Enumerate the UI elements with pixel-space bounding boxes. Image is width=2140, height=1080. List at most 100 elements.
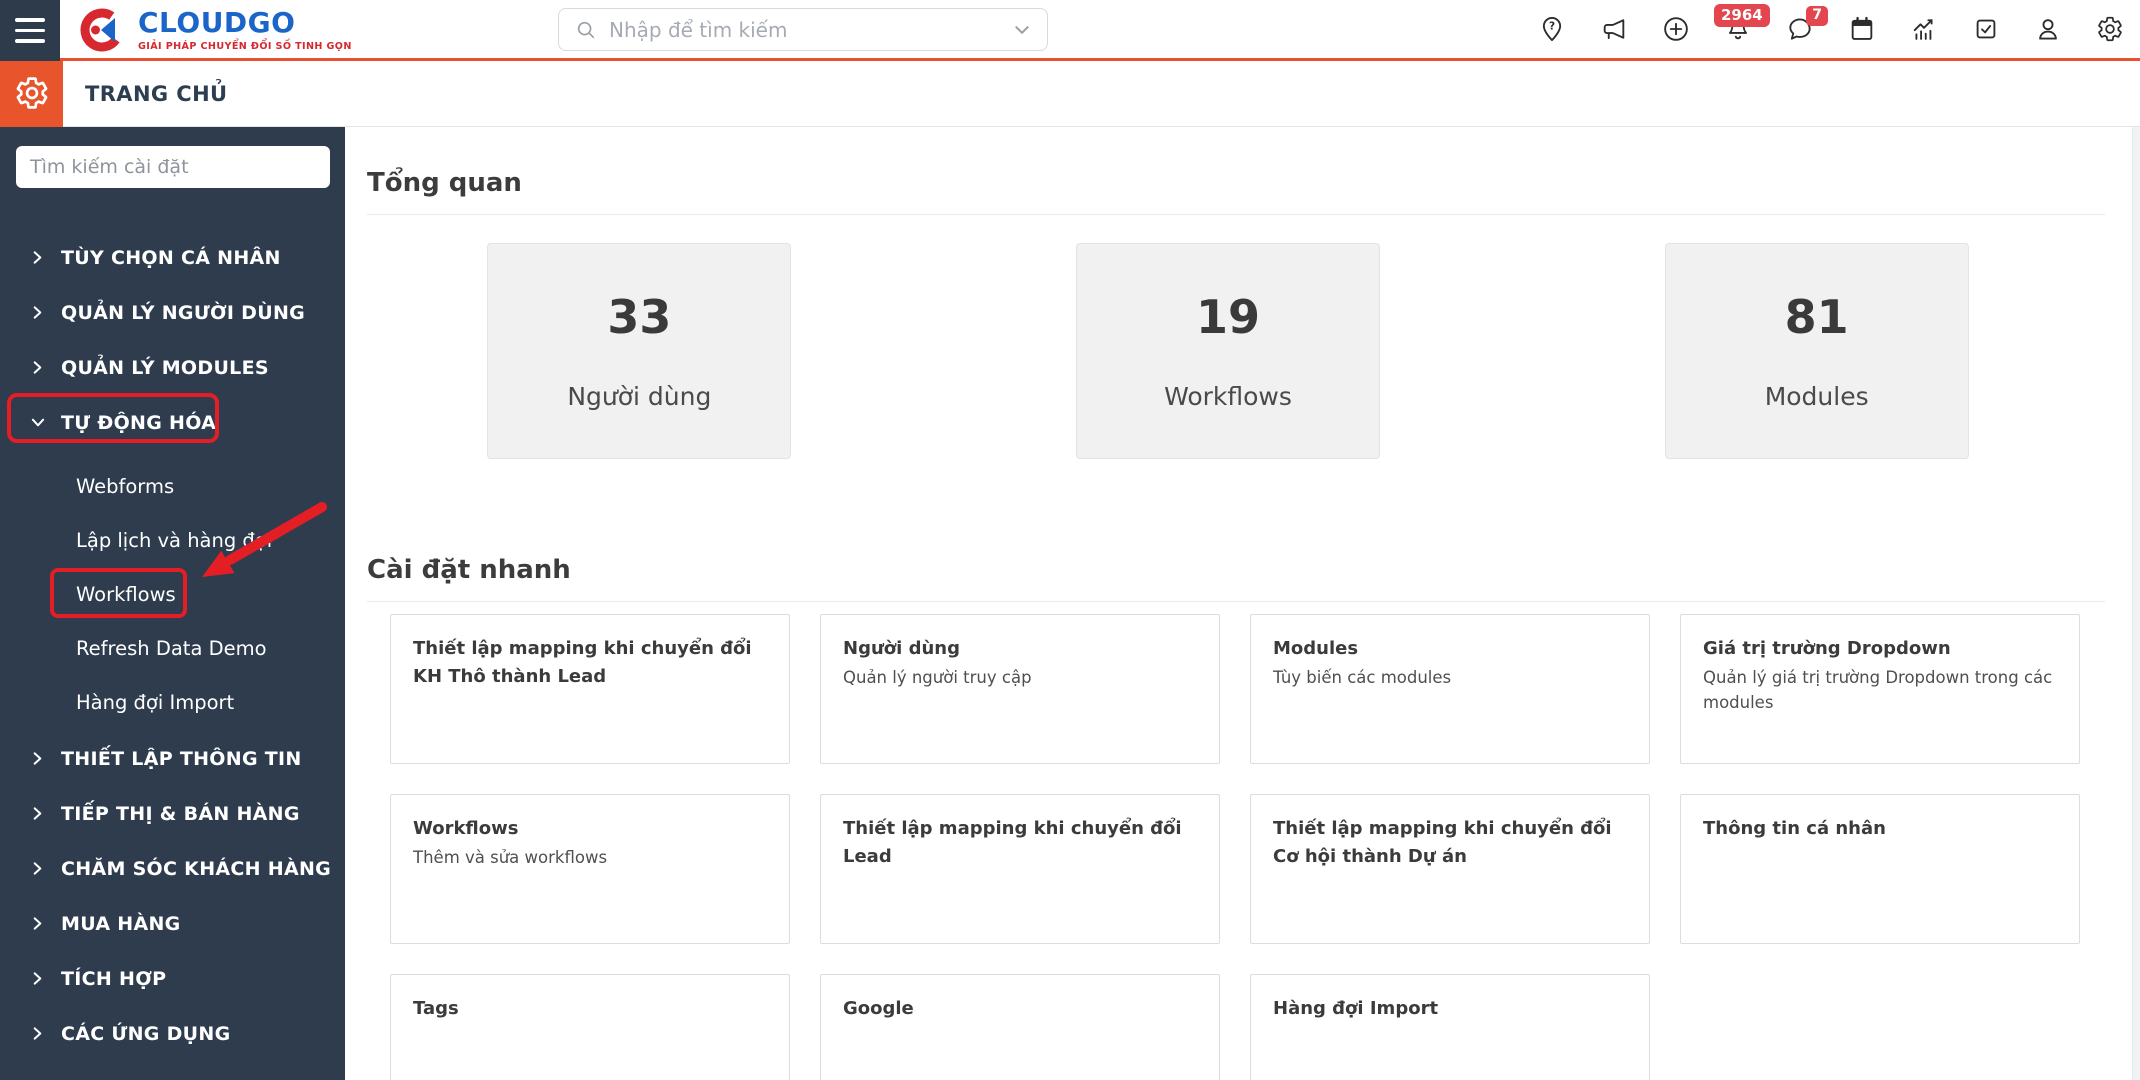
quick-card-mapping-opportunity-project[interactable]: Thiết lập mapping khi chuyển đổi Cơ hội … <box>1250 794 1650 945</box>
sidebar-group-purchasing[interactable]: MUA HÀNG <box>0 896 345 951</box>
location-pin-icon: ? <box>1542 16 1562 42</box>
scrollbar[interactable] <box>2132 127 2140 1080</box>
chevron-down-icon <box>1015 25 1029 34</box>
sidebar-group-label: THIẾT LẬP THÔNG TIN <box>61 747 302 770</box>
sidebar-search-input[interactable] <box>16 146 330 188</box>
quick-card-title: Người dùng <box>843 638 960 660</box>
quick-card-title: Thông tin cá nhân <box>1703 818 1886 840</box>
sidebar-group-label: TỰ ĐỘNG HÓA <box>61 411 217 434</box>
cloudgo-logo-icon <box>80 8 124 52</box>
quick-card-title: Thiết lập mapping khi chuyển đổi Cơ hội … <box>1273 818 1612 868</box>
sidebar-group-label: TÙY CHỌN CÁ NHÂN <box>61 246 281 269</box>
section-divider <box>367 214 2105 216</box>
quick-card-title: Giá trị trường Dropdown <box>1703 638 1951 660</box>
stat-card-modules[interactable]: 81 Modules <box>1664 243 1969 460</box>
quick-card-google[interactable]: Google <box>820 974 1220 1080</box>
quick-card-title: Thiết lập mapping khi chuyển đổi Lead <box>843 818 1182 868</box>
overview-section-title: Tổng quan <box>367 168 522 198</box>
quick-card-title: Thiết lập mapping khi chuyển đổi KH Thô … <box>413 638 752 688</box>
sidebar-group-label: QUẢN LÝ NGƯỜI DÙNG <box>61 301 306 324</box>
sidebar-item-refresh-data-demo[interactable]: Refresh Data Demo <box>0 621 345 675</box>
sidebar-group-label: CHĂM SÓC KHÁCH HÀNG <box>61 857 332 880</box>
sidebar-group-integrations[interactable]: TÍCH HỢP <box>0 951 345 1006</box>
automation-submenu: Webforms Lập lịch và hàng đợi Workflows … <box>0 459 345 729</box>
help-location-button[interactable]: ? <box>1538 15 1566 43</box>
quick-card-title: Google <box>843 998 914 1020</box>
sidebar-group-marketing-sales[interactable]: TIẾP THỊ & BÁN HÀNG <box>0 786 345 841</box>
sidebar-group-apps[interactable]: CÁC ỨNG DỤNG <box>0 1006 345 1061</box>
settings-menu: TÙY CHỌN CÁ NHÂN QUẢN LÝ NGƯỜI DÙNG QUẢN… <box>0 230 345 1061</box>
topbar-icons: ? 2964 7 <box>1538 0 2124 58</box>
profile-button[interactable] <box>2034 15 2062 43</box>
announcements-button[interactable] <box>1600 15 1628 43</box>
sidebar-group-label: MUA HÀNG <box>61 912 181 935</box>
page-header: TRANG CHỦ <box>0 58 2140 127</box>
sidebar-group-automation[interactable]: TỰ ĐỘNG HÓA <box>0 395 345 450</box>
svg-text:?: ? <box>1549 21 1555 33</box>
settings-module-tile[interactable] <box>0 58 63 127</box>
plus-circle-icon <box>1664 17 1688 41</box>
quick-create-button[interactable] <box>1662 15 1690 43</box>
sidebar-group-customer-care[interactable]: CHĂM SÓC KHÁCH HÀNG <box>0 841 345 896</box>
quick-card-dropdown-values[interactable]: Giá trị trường Dropdown Quản lý giá trị … <box>1680 614 2080 765</box>
quick-card-users[interactable]: Người dùng Quản lý người truy cập <box>820 614 1220 765</box>
sidebar-item-webforms[interactable]: Webforms <box>0 459 345 513</box>
sidebar-group-user-management[interactable]: QUẢN LÝ NGƯỜI DÙNG <box>0 285 345 340</box>
tasks-button[interactable] <box>1972 15 2000 43</box>
quick-card-subtitle: Tùy biến các modules <box>1273 668 1452 688</box>
quick-card-modules[interactable]: Modules Tùy biến các modules <box>1250 614 1650 765</box>
page-title: TRANG CHỦ <box>85 81 228 106</box>
quick-card-title: Modules <box>1273 638 1359 660</box>
calendar-button[interactable] <box>1848 15 1876 43</box>
app-logo[interactable]: CLOUDGO GIẢI PHÁP CHUYỂN ĐỔI SỐ TINH GỌN <box>76 4 352 56</box>
sidebar-group-label: TIẾP THỊ & BÁN HÀNG <box>61 802 300 825</box>
chevron-down-icon <box>30 415 46 430</box>
chevron-right-icon <box>30 806 46 821</box>
messages-badge: 7 <box>1806 6 1828 26</box>
stat-label: Người dùng <box>567 381 712 411</box>
quick-card-subtitle: Quản lý giá trị trường Dropdown trong cá… <box>1703 668 2053 713</box>
chevron-right-icon <box>30 360 46 375</box>
stat-card-users[interactable]: 33 Người dùng <box>487 243 792 460</box>
section-divider <box>367 601 2105 603</box>
topbar: CLOUDGO GIẢI PHÁP CHUYỂN ĐỔI SỐ TINH GỌN… <box>0 0 2140 61</box>
accent-divider <box>0 58 2140 61</box>
calendar-icon <box>1851 16 1873 40</box>
sidebar-group-info-setup[interactable]: THIẾT LẬP THÔNG TIN <box>0 731 345 786</box>
app-window: CLOUDGO GIẢI PHÁP CHUYỂN ĐỔI SỐ TINH GỌN… <box>0 0 2140 1080</box>
settings-sidebar: TÙY CHỌN CÁ NHÂN QUẢN LÝ NGƯỜI DÙNG QUẢN… <box>0 127 345 1080</box>
analytics-button[interactable] <box>1910 15 1938 43</box>
stat-value: 19 <box>1195 289 1260 344</box>
quick-settings-grid: Thiết lập mapping khi chuyển đổi KH Thô … <box>390 614 2132 1080</box>
quick-card-workflows[interactable]: Workflows Thêm và sửa workflows <box>390 794 790 945</box>
quick-card-import-queue[interactable]: Hàng đợi Import <box>1250 974 1650 1080</box>
quick-card-personal-info[interactable]: Thông tin cá nhân <box>1680 794 2080 945</box>
sidebar-item-workflows[interactable]: Workflows <box>0 567 345 621</box>
quick-card-mapping-khtho-lead[interactable]: Thiết lập mapping khi chuyển đổi KH Thô … <box>390 614 790 765</box>
overview-stats: 33 Người dùng 19 Workflows 81 Modules <box>345 243 2111 460</box>
quick-settings-section-title: Cài đặt nhanh <box>367 555 571 586</box>
megaphone-icon <box>1603 19 1625 40</box>
sidebar-item-scheduler[interactable]: Lập lịch và hàng đợi <box>0 513 345 567</box>
quick-card-mapping-lead[interactable]: Thiết lập mapping khi chuyển đổi Lead <box>820 794 1220 945</box>
sidebar-group-module-management[interactable]: QUẢN LÝ MODULES <box>0 340 345 395</box>
settings-gear-icon <box>16 76 47 109</box>
quick-card-subtitle: Quản lý người truy cập <box>843 668 1032 688</box>
chevron-right-icon <box>30 861 46 876</box>
sidebar-group-personal-options[interactable]: TÙY CHỌN CÁ NHÂN <box>0 230 345 285</box>
stat-card-workflows[interactable]: 19 Workflows <box>1075 243 1380 460</box>
sidebar-item-import-queue[interactable]: Hàng đợi Import <box>0 675 345 729</box>
global-search-input[interactable] <box>609 17 1001 42</box>
hamburger-menu-button[interactable] <box>0 0 60 61</box>
chevron-right-icon <box>30 305 46 320</box>
checkbox-icon <box>1976 19 1996 39</box>
notifications-badge: 2964 <box>1714 4 1770 27</box>
notifications-button[interactable]: 2964 <box>1714 4 1770 43</box>
quick-card-subtitle: Thêm và sửa workflows <box>413 848 608 868</box>
quick-card-tags[interactable]: Tags <box>390 974 790 1080</box>
logo-tagline: GIẢI PHÁP CHUYỂN ĐỔI SỐ TINH GỌN <box>138 40 352 52</box>
global-search[interactable] <box>558 8 1048 51</box>
settings-button[interactable] <box>2096 15 2124 43</box>
chevron-right-icon <box>30 971 46 986</box>
messages-button[interactable]: 7 <box>1786 6 1828 43</box>
